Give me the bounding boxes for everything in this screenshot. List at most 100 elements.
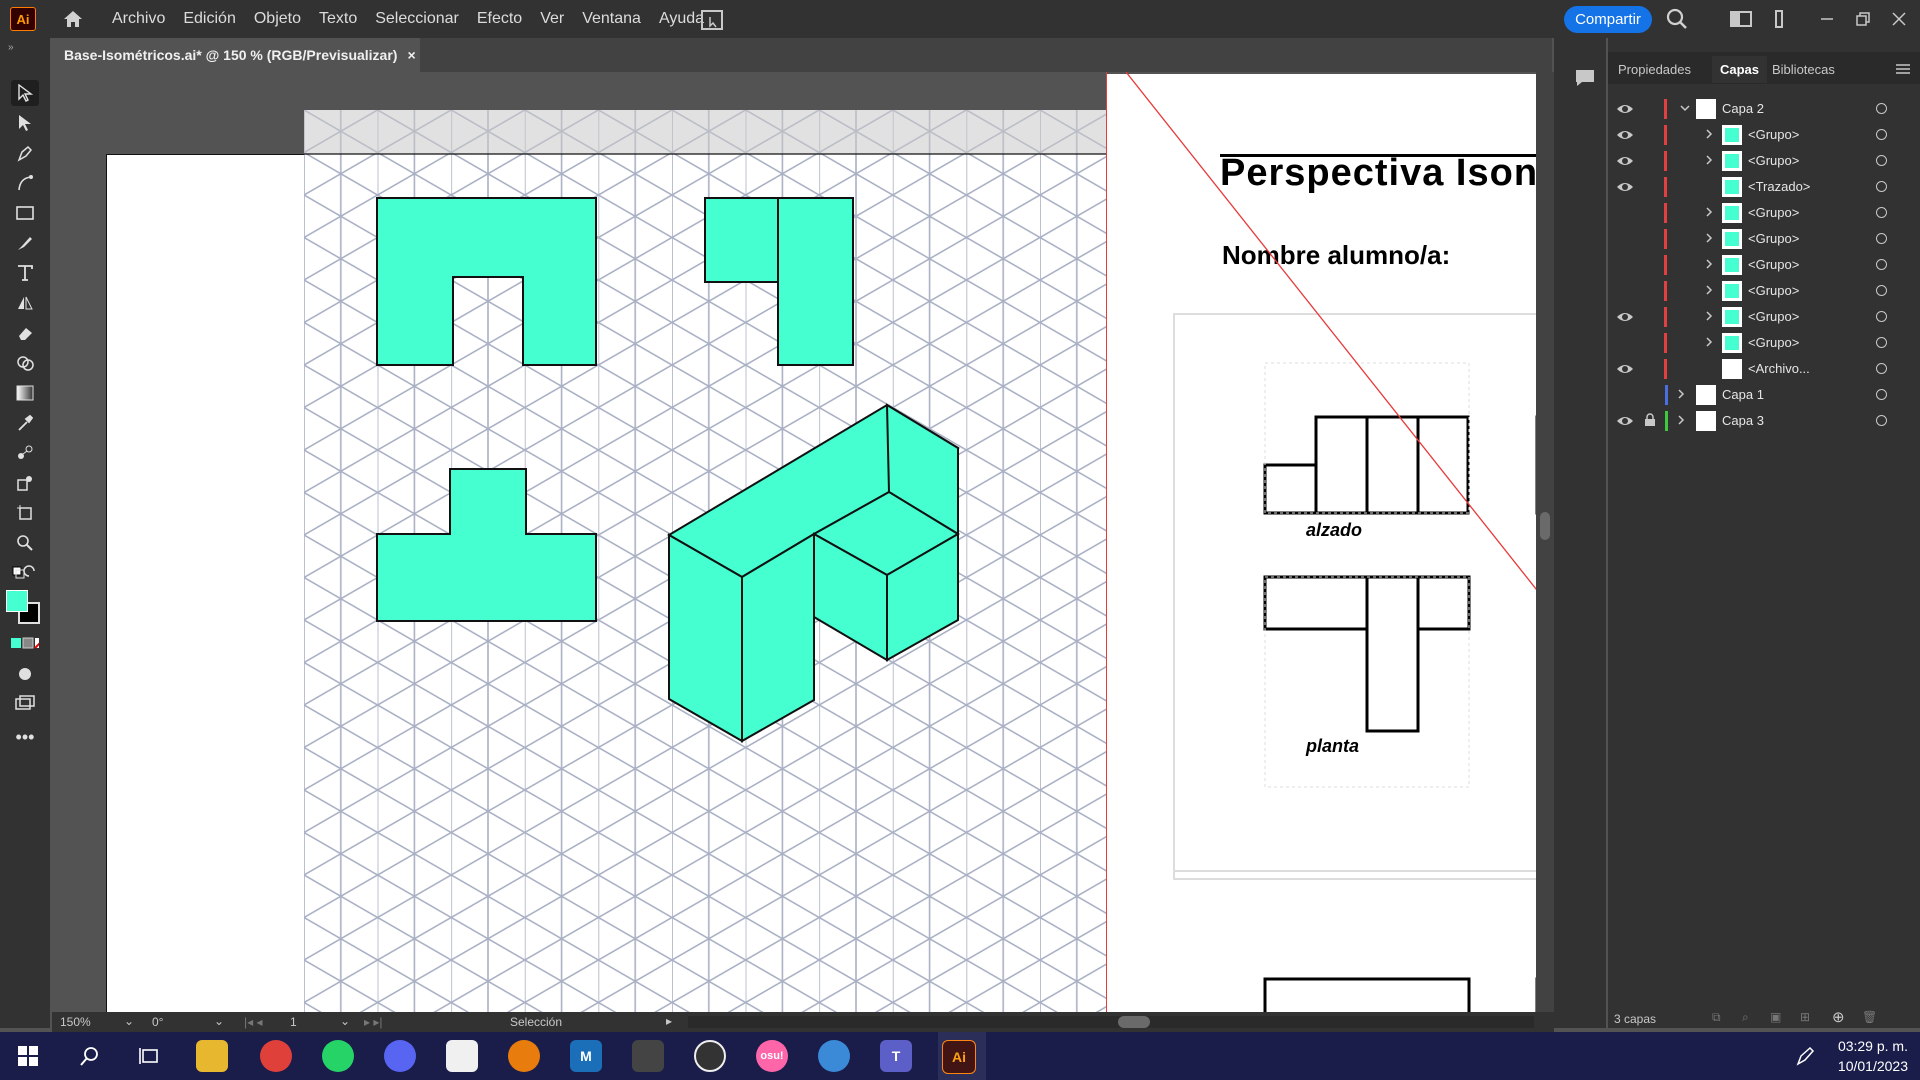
screen-mode-icon[interactable] <box>11 690 39 716</box>
menu-ver[interactable]: Ver <box>540 10 564 28</box>
selection-tool-icon[interactable] <box>11 80 39 106</box>
menu-edicion[interactable]: Edición <box>183 10 235 28</box>
footer-clip-icon[interactable]: ▣ <box>1770 1010 1781 1024</box>
chevron-right-icon[interactable] <box>1704 129 1714 139</box>
visibility-toggle[interactable] <box>1616 335 1634 351</box>
layer-target-icon[interactable] <box>1876 259 1887 270</box>
menu-objeto[interactable]: Objeto <box>254 10 301 28</box>
reflect-tool-icon[interactable] <box>11 290 39 316</box>
artboard-tool-icon[interactable] <box>11 500 39 526</box>
fill-stroke-swatch[interactable] <box>6 590 44 626</box>
layer-target-icon[interactable] <box>1876 103 1887 114</box>
chevron-right-icon[interactable] <box>1676 389 1686 399</box>
chevron-right-icon[interactable] <box>1704 311 1714 321</box>
system-clock[interactable]: 03:29 p. m. 10/01/2023 <box>1838 1036 1908 1076</box>
search-icon[interactable] <box>1664 7 1690 31</box>
layer-row[interactable]: <Grupo> <box>1608 226 1920 252</box>
paint-app-icon[interactable] <box>818 1040 850 1072</box>
chevron-right-icon[interactable] <box>1704 233 1714 243</box>
scroll-thumb[interactable] <box>1540 512 1550 540</box>
osu-icon[interactable]: osu! <box>756 1040 788 1072</box>
arrange-documents-icon[interactable] <box>700 9 724 31</box>
visibility-eye-icon[interactable] <box>1616 361 1634 377</box>
blender-icon[interactable] <box>508 1040 540 1072</box>
minimize-icon[interactable] <box>1814 7 1840 31</box>
layer-row[interactable]: <Grupo> <box>1608 330 1920 356</box>
direct-selection-tool-icon[interactable] <box>11 110 39 136</box>
rotation-dropdown-icon[interactable]: ⌄ <box>214 1014 224 1028</box>
restore-icon[interactable] <box>1850 7 1876 31</box>
first-artboard-icon[interactable]: |◂ ◂ <box>244 1015 263 1029</box>
zoom-dropdown-icon[interactable]: ⌄ <box>124 1014 134 1028</box>
visibility-eye-icon[interactable] <box>1616 413 1634 429</box>
canvas[interactable]: Perspectiva Ison Nombre alumno/a: alzado <box>52 72 1554 1012</box>
windows-start-icon[interactable] <box>12 1040 44 1072</box>
tab-propiedades[interactable]: Propiedades <box>1618 62 1691 77</box>
layer-target-icon[interactable] <box>1876 337 1887 348</box>
chrome-icon[interactable] <box>260 1040 292 1072</box>
document-tab[interactable]: Base-Isométricos.ai* @ 150 % (RGB/Previs… <box>52 38 420 72</box>
home-icon[interactable] <box>60 6 86 32</box>
collapse-icon[interactable]: » <box>8 42 14 53</box>
discord-icon[interactable] <box>384 1040 416 1072</box>
shape-builder-tool-icon[interactable] <box>11 350 39 376</box>
eraser-tool-icon[interactable] <box>11 320 39 346</box>
layer-target-icon[interactable] <box>1876 155 1887 166</box>
rotation-value[interactable]: 0° <box>152 1015 163 1029</box>
menu-ventana[interactable]: Ventana <box>582 10 641 28</box>
chevron-right-icon[interactable] <box>1704 259 1714 269</box>
visibility-eye-icon[interactable] <box>1616 179 1634 195</box>
layer-target-icon[interactable] <box>1876 311 1887 322</box>
artboard-number[interactable]: 1 <box>290 1015 297 1029</box>
pen-input-icon[interactable] <box>1796 1046 1816 1071</box>
visibility-toggle[interactable] <box>1616 387 1634 403</box>
layer-target-icon[interactable] <box>1876 129 1887 140</box>
chevron-down-icon[interactable] <box>1680 103 1690 113</box>
layer-row[interactable]: Capa 2 <box>1608 96 1920 122</box>
lock-icon[interactable] <box>1644 413 1656 427</box>
layer-row[interactable]: <Trazado> <box>1608 174 1920 200</box>
unity-icon[interactable] <box>632 1040 664 1072</box>
visibility-eye-icon[interactable] <box>1616 101 1634 117</box>
curvature-tool-icon[interactable] <box>11 170 39 196</box>
chevron-right-icon[interactable] <box>1704 207 1714 217</box>
chevron-right-icon[interactable] <box>1676 415 1686 425</box>
media-player-icon[interactable] <box>694 1040 726 1072</box>
layer-row[interactable]: <Archivo... <box>1608 356 1920 382</box>
task-view-icon[interactable] <box>134 1040 166 1072</box>
layer-target-icon[interactable] <box>1876 389 1887 400</box>
gradient-tool-icon[interactable] <box>11 380 39 406</box>
file-explorer-icon[interactable] <box>196 1040 228 1072</box>
menu-seleccionar[interactable]: Seleccionar <box>375 10 459 28</box>
layer-target-icon[interactable] <box>1876 233 1887 244</box>
chevron-right-icon[interactable] <box>1704 155 1714 165</box>
chevron-right-icon[interactable] <box>1704 285 1714 295</box>
layer-row[interactable]: <Grupo> <box>1608 122 1920 148</box>
next-artboard-icon[interactable]: ▸ ▸| <box>364 1015 383 1029</box>
zoom-tool-icon[interactable] <box>11 530 39 556</box>
paintbrush-tool-icon[interactable] <box>11 230 39 256</box>
panel-menu-icon[interactable] <box>1896 62 1910 74</box>
visibility-toggle[interactable] <box>1616 205 1634 221</box>
more-tools-icon[interactable]: ••• <box>11 724 39 750</box>
close-window-icon[interactable] <box>1886 7 1912 31</box>
teams-icon[interactable]: T <box>880 1040 912 1072</box>
menu-efecto[interactable]: Efecto <box>477 10 522 28</box>
layer-target-icon[interactable] <box>1876 181 1887 192</box>
layer-row[interactable]: <Grupo> <box>1608 304 1920 330</box>
visibility-eye-icon[interactable] <box>1616 127 1634 143</box>
tab-capas[interactable]: Capas <box>1712 56 1768 83</box>
visibility-eye-icon[interactable] <box>1616 309 1634 325</box>
swap-colors-icon[interactable] <box>11 560 39 586</box>
layer-target-icon[interactable] <box>1876 415 1887 426</box>
blend-tool-icon[interactable] <box>11 440 39 466</box>
layer-row[interactable]: Capa 3 <box>1608 408 1920 434</box>
menu-archivo[interactable]: Archivo <box>112 10 165 28</box>
tab-bibliotecas[interactable]: Bibliotecas <box>1772 62 1835 77</box>
maya-icon[interactable]: M <box>570 1040 602 1072</box>
symbol-sprayer-icon[interactable] <box>11 470 39 496</box>
search-taskbar-icon[interactable] <box>74 1040 106 1072</box>
new-layer-icon[interactable]: ⊕ <box>1832 1008 1845 1026</box>
comments-icon[interactable] <box>1574 68 1596 88</box>
layer-row[interactable]: <Grupo> <box>1608 148 1920 174</box>
